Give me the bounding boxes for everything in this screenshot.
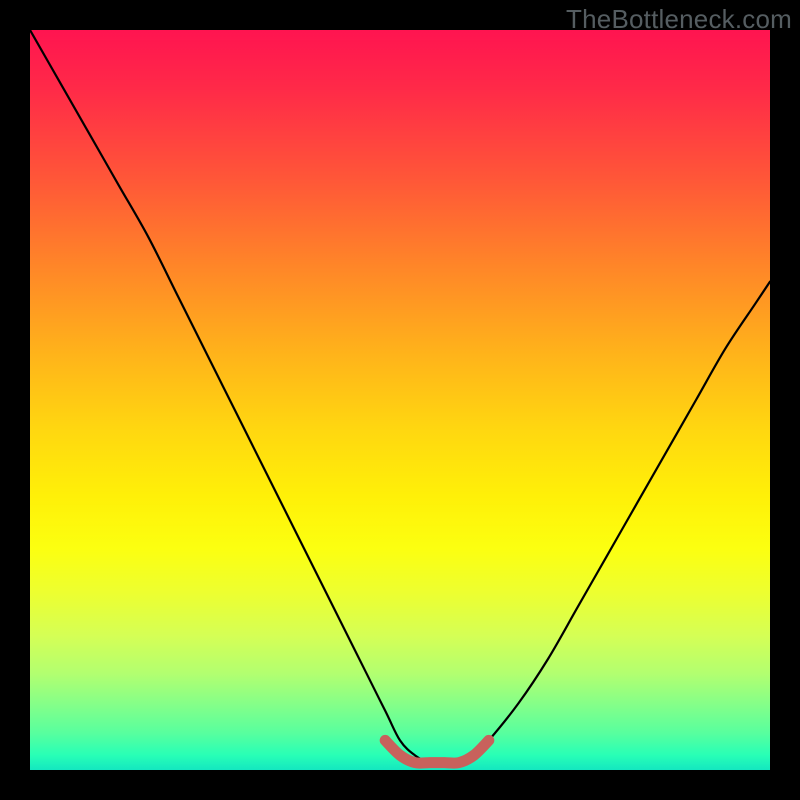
plot-area bbox=[30, 30, 770, 770]
curve-svg bbox=[30, 30, 770, 770]
chart-frame: TheBottleneck.com bbox=[0, 0, 800, 800]
optimal-band-path bbox=[385, 740, 489, 763]
bottleneck-curve-path bbox=[30, 30, 770, 763]
